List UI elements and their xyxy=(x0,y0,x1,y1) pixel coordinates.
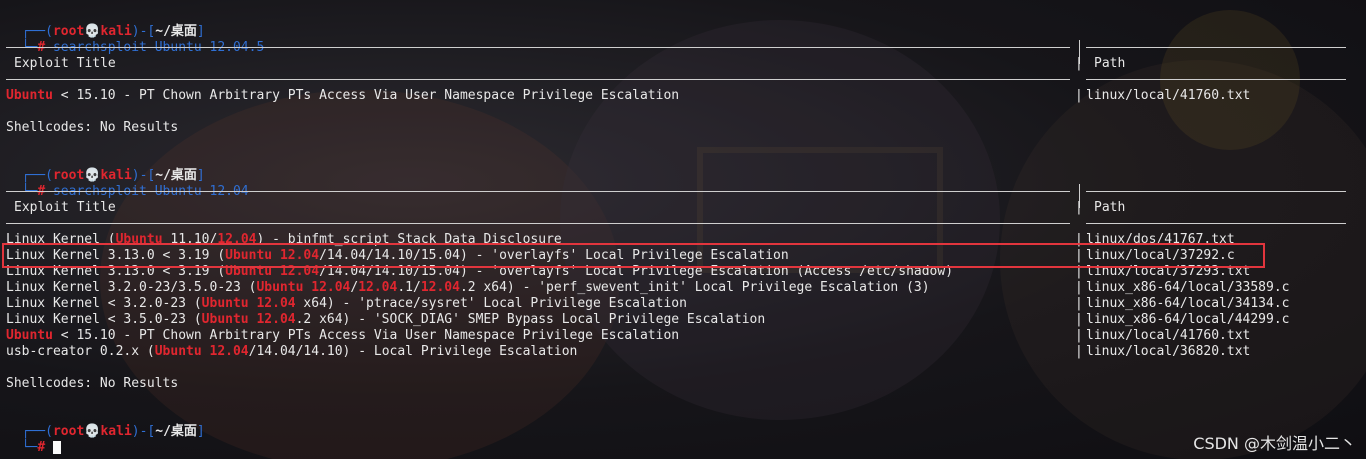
prompt-host: kali xyxy=(100,424,132,439)
table-rule xyxy=(6,47,1070,48)
prompt-line-1: ┌──(root💀kali)-[~/桌面] xyxy=(21,24,205,39)
table-rule xyxy=(6,191,1070,192)
column-header-path: Path xyxy=(1094,56,1126,71)
exploit-path: linux_x86-64/local/44299.c xyxy=(1086,312,1290,327)
search-match-text: Ubuntu xyxy=(6,88,53,103)
command-line-1: └─# searchsploit Ubuntu 12.04.5 xyxy=(21,40,265,55)
shellcodes-status: Shellcodes: No Results xyxy=(6,120,179,135)
exploit-title-text: .2 x64) - 'perf_swevent_init' Local Priv… xyxy=(459,280,930,295)
exploit-title-text: .2 x64) - 'SOCK_DIAG' SMEP Bypass Local … xyxy=(295,312,766,327)
exploit-path: linux/local/41760.txt xyxy=(1086,88,1251,103)
search-match-text: Ubuntu 12.04 xyxy=(201,296,296,311)
search-match-text: Ubuntu 12.04 xyxy=(256,280,351,295)
exploit-title-row: Linux Kernel < 3.5.0-23 (Ubuntu 12.04.2 … xyxy=(6,312,765,328)
search-match-text: 12.04 xyxy=(420,280,460,295)
table-rule xyxy=(1086,79,1346,80)
exploit-title-row: Ubuntu < 15.10 - PT Chown Arbitrary PTs … xyxy=(6,88,679,104)
exploit-path: linux_x86-64/local/33589.c xyxy=(1086,280,1290,295)
csdn-watermark: CSDN @木剑温小二丶 xyxy=(1193,434,1356,453)
exploit-title-text: Linux Kernel 3.2.0-23/3.5.0-23 ( xyxy=(6,280,257,295)
exploit-path: linux/local/36820.txt xyxy=(1086,344,1251,359)
column-header-path: Path xyxy=(1094,200,1126,215)
exploit-title-row: Ubuntu < 15.10 - PT Chown Arbitrary PTs … xyxy=(6,328,679,344)
highlight-box xyxy=(2,243,1265,268)
skull-icon: 💀 xyxy=(84,424,101,439)
search-match-text: Ubuntu 12.04 xyxy=(154,344,249,359)
exploit-title-text: /14.04/14.10) - Local Privilege Escalati… xyxy=(248,344,578,359)
anime-wallpaper-background xyxy=(100,10,1366,459)
prompt-line-2: ┌──(root💀kali)-[~/桌面] xyxy=(21,168,205,183)
exploit-title-row: usb-creator 0.2.x (Ubuntu 12.04/14.04/14… xyxy=(6,344,577,360)
exploit-path: linux/local/41760.txt xyxy=(1086,328,1251,343)
search-match-text: Ubuntu 12.04 xyxy=(201,312,296,327)
prompt-line-3: ┌──(root💀kali)-[~/桌面] xyxy=(21,424,205,439)
search-match-text: Ubuntu xyxy=(6,328,53,343)
search-match-text: 12.04 xyxy=(358,280,398,295)
exploit-title-text: Linux Kernel < 3.2.0-23 ( xyxy=(6,296,202,311)
table-rule xyxy=(1086,223,1346,224)
exploit-title-text: Linux Kernel < 3.5.0-23 ( xyxy=(6,312,202,327)
command-line-3[interactable]: └─# xyxy=(6,424,61,455)
exploit-title-text: usb-creator 0.2.x ( xyxy=(6,344,155,359)
table-rule xyxy=(1086,47,1346,48)
exploit-title-row: Linux Kernel < 3.2.0-23 (Ubuntu 12.04 x6… xyxy=(6,296,687,312)
shellcodes-status: Shellcodes: No Results xyxy=(6,376,179,391)
column-header-title: Exploit Title xyxy=(14,200,116,215)
exploit-title-text: < 15.10 - PT Chown Arbitrary PTs Access … xyxy=(52,328,680,343)
table-rule xyxy=(1086,191,1346,192)
exploit-title-text: < 15.10 - PT Chown Arbitrary PTs Access … xyxy=(52,88,680,103)
column-header-title: Exploit Title xyxy=(14,56,116,71)
table-rule xyxy=(6,223,1070,224)
exploit-path: linux_x86-64/local/34134.c xyxy=(1086,296,1290,311)
exploit-title-text: x64) - 'ptrace/sysret' Local Privilege E… xyxy=(295,296,687,311)
exploit-title-text: .1/ xyxy=(397,280,421,295)
table-rule xyxy=(6,79,1070,80)
terminal-cursor[interactable] xyxy=(52,441,61,454)
command-line-2: └─# searchsploit Ubuntu 12.04 xyxy=(21,184,249,199)
exploit-title-row: Linux Kernel 3.2.0-23/3.5.0-23 (Ubuntu 1… xyxy=(6,280,930,296)
prompt-dir: ~/桌面 xyxy=(155,424,197,439)
